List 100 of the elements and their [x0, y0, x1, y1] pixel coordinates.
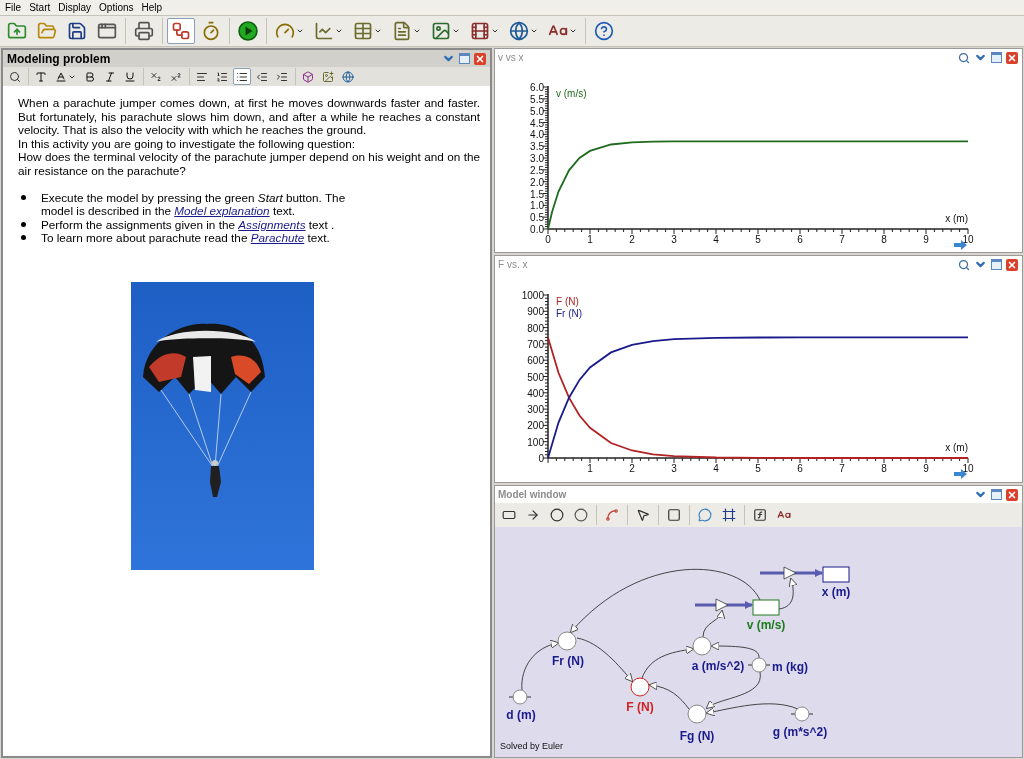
y-tick-label: 200	[527, 420, 544, 432]
restore-button[interactable]	[991, 489, 1002, 500]
node-label: m (kg)	[772, 660, 808, 674]
list-item-text: To learn more about parachute read the Parachute text.	[41, 231, 331, 245]
y-tick-label: 0.5	[530, 212, 544, 224]
toolbar-button[interactable]	[167, 18, 195, 44]
y-tick-label: 1.5	[530, 188, 544, 200]
menu-item[interactable]: File	[1, 0, 26, 15]
x-tick-label: 1	[587, 234, 593, 245]
auxiliary-node[interactable]	[557, 631, 577, 651]
close-button[interactable]	[474, 52, 486, 65]
node-label: x (m)	[821, 585, 851, 599]
auxiliary-node[interactable]	[692, 636, 712, 656]
meter-icon	[275, 21, 295, 41]
panel-title: Model window	[498, 488, 567, 502]
close-button[interactable]	[1006, 258, 1018, 271]
paragraph: When a parachute jumper comes down, at first he moves downwards faster and faster. But fortunately, his parachute slows him down, and after a while he reaches a constant velocity. That is also the velocity with which he reaches the ground.	[18, 96, 480, 137]
text-link[interactable]: Parachute	[250, 231, 305, 245]
y-tick-label: 3.5	[530, 141, 544, 153]
underline-icon	[124, 70, 136, 83]
solver-status: Solved by Euler	[500, 741, 564, 751]
auxiliary-node[interactable]	[687, 704, 707, 724]
legend-label: Fr (N)	[556, 308, 583, 319]
node-label: g (m*s^2)	[772, 725, 828, 739]
y-tick-label: 4.0	[530, 129, 544, 141]
square-icon	[667, 508, 681, 522]
x-tick-label: 1	[587, 463, 593, 474]
x-tick-label: 10	[962, 234, 974, 245]
x-tick-label: 6	[797, 463, 803, 474]
list-item-text: Execute the model by pressing the green Start button. The model is described in the Model explanation text.	[41, 190, 347, 218]
menu-item[interactable]: Display	[54, 0, 96, 15]
numbered-list-icon	[216, 70, 228, 83]
bullet-icon	[21, 221, 26, 227]
font-color-icon	[55, 70, 67, 83]
x-tick-label: 0	[545, 234, 551, 245]
superscript-icon	[170, 70, 182, 83]
menu-item[interactable]: Help	[137, 0, 167, 15]
y-tick-label: 600	[527, 355, 544, 367]
x-tick-label: 3	[671, 234, 677, 245]
text-link[interactable]: Assignments	[238, 217, 306, 231]
parameter-node[interactable]	[747, 657, 771, 673]
y-tick-label: 4.5	[530, 117, 544, 129]
circle-icon	[574, 508, 588, 522]
stock-node[interactable]	[752, 599, 780, 616]
zoom-button[interactable]	[958, 51, 970, 64]
table-icon	[353, 21, 373, 41]
speech-bubble-icon	[698, 508, 712, 522]
bullet-list-icon	[236, 70, 248, 83]
close-icon	[1007, 489, 1017, 500]
menu-item[interactable]: Start	[25, 0, 55, 15]
close-button[interactable]	[1006, 488, 1018, 501]
y-tick-label: 5.5	[530, 93, 544, 105]
close-icon	[475, 53, 485, 64]
menu-item[interactable]: Options	[95, 0, 138, 15]
caret-icon	[452, 27, 460, 35]
play-icon	[238, 21, 258, 41]
print-icon	[134, 21, 154, 41]
close-button[interactable]	[1006, 51, 1018, 64]
caret-icon	[296, 27, 304, 35]
caret-icon	[530, 27, 538, 35]
caret-icon	[413, 27, 421, 35]
x-tick-label: 2	[629, 463, 635, 474]
x-tick-label: 8	[881, 234, 887, 245]
cube-icon	[302, 70, 314, 83]
x-tick-label: 8	[881, 463, 887, 474]
indent-icon	[276, 70, 288, 83]
parameter-node[interactable]	[508, 689, 532, 705]
node-label: Fg (N)	[679, 729, 715, 743]
y-tick-label: 900	[527, 306, 544, 318]
x-tick-label: 2	[629, 234, 635, 245]
globe-icon	[342, 70, 354, 83]
panel-title: v vs x	[498, 51, 524, 65]
zoom-button[interactable]	[958, 258, 970, 271]
stock-node[interactable]	[822, 566, 850, 583]
legend-label: v (m/s)	[556, 88, 587, 99]
y-tick-label: 700	[527, 338, 544, 350]
save-icon	[67, 21, 87, 41]
flow-arrow	[695, 598, 753, 612]
close-icon	[1007, 52, 1017, 63]
italic-icon	[104, 70, 116, 83]
restore-button[interactable]	[991, 259, 1002, 270]
y-tick-label: 2.0	[530, 176, 544, 188]
toolbar-button[interactable]	[233, 68, 251, 85]
x-tick-label: 5	[755, 463, 761, 474]
x-tick-label: 5	[755, 234, 761, 245]
node-label: a (m/s^2)	[691, 659, 745, 673]
y-tick-label: 1.0	[530, 200, 544, 212]
flow-arrow	[760, 566, 823, 580]
curve-icon	[605, 508, 619, 522]
caret-icon	[569, 27, 577, 35]
restore-button[interactable]	[991, 52, 1002, 63]
text-link[interactable]: Model explanation	[174, 204, 270, 218]
restore-button[interactable]	[459, 53, 470, 64]
parameter-node[interactable]	[790, 706, 814, 722]
align-left-icon	[196, 70, 208, 83]
search-icon	[9, 70, 21, 83]
globe-icon	[509, 21, 529, 41]
graph-icon	[314, 21, 334, 41]
auxiliary-node[interactable]	[630, 677, 650, 697]
y-tick-label: 800	[527, 322, 544, 334]
